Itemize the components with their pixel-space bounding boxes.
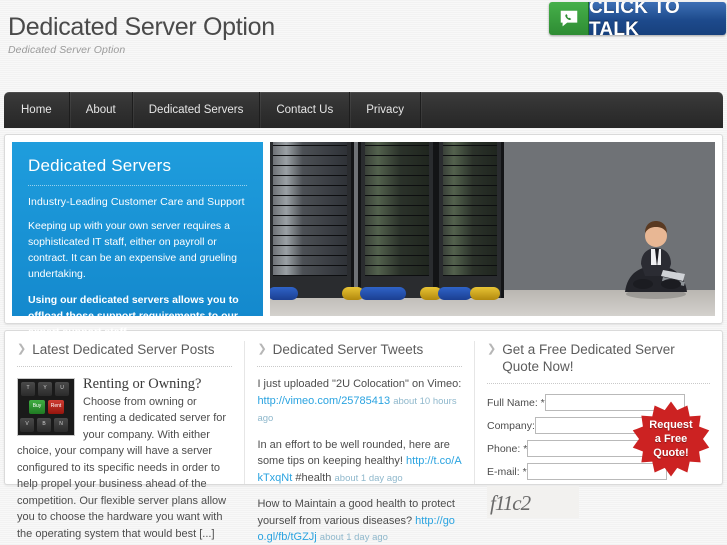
key-y: Y <box>38 382 52 396</box>
request-free-quote-label: Request a Free Quote! <box>649 418 692 460</box>
tweet-suffix: #health <box>292 471 332 484</box>
tweet-item: I just uploaded "2U Colocation" on Vimeo… <box>257 376 462 428</box>
nav-item-about[interactable]: About <box>70 92 133 128</box>
hero-highlight-text: Using our dedicated servers allows you t… <box>28 294 239 338</box>
hero-image <box>270 142 715 316</box>
server-rack <box>358 142 436 298</box>
site-header: Dedicated Server Option Dedicated Server… <box>0 0 727 92</box>
quote-heading-label: Get a Free Dedicated Server Quote Now! <box>502 342 675 374</box>
tweet-timestamp: about 1 day ago <box>319 532 388 543</box>
key-v: V <box>20 418 34 432</box>
company-label: Company: <box>487 419 535 432</box>
businessman-with-laptop <box>625 221 687 299</box>
phone-row: Phone: * <box>487 440 668 457</box>
nav-item-home[interactable]: Home <box>4 92 70 128</box>
keyboard-thumbnail[interactable]: T Y U Buy Rent V B N <box>17 378 75 436</box>
hero-card: Dedicated Servers Industry-Leading Custo… <box>4 134 723 338</box>
hero-body-text: Keeping up with your own server requires… <box>28 220 237 280</box>
tweet-item: In an effort to be well rounded, here ar… <box>257 437 462 488</box>
chevron-right-icon: ❯ <box>257 343 267 355</box>
network-cable <box>470 287 500 300</box>
badge-line-2: a Free <box>654 433 688 445</box>
email-row: E-mail: * <box>487 463 667 480</box>
latest-posts-column: ❯ Latest Dedicated Server Posts T Y U Bu… <box>5 341 246 540</box>
nav-item-contact-us[interactable]: Contact Us <box>260 92 351 128</box>
captcha-image: f11c2 <box>487 486 579 518</box>
quote-heading: ❯ Get a Free Dedicated Server Quote Now! <box>487 341 710 384</box>
nav-item-privacy[interactable]: Privacy <box>350 92 421 128</box>
captcha-text: f11c2 <box>490 491 531 515</box>
network-cable <box>438 287 472 300</box>
latest-posts-heading: ❯ Latest Dedicated Server Posts <box>17 341 233 367</box>
key-b: B <box>37 418 51 432</box>
network-cable <box>360 287 406 300</box>
site-tagline: Dedicated Server Option <box>8 44 126 56</box>
company-row: Company: <box>487 417 675 434</box>
post-item: T Y U Buy Rent V B N Renting or Owning? … <box>17 376 232 542</box>
phone-icon <box>549 2 589 35</box>
tweet-text: I just uploaded "2U Colocation" on Vimeo… <box>257 378 462 390</box>
server-rack <box>436 142 504 298</box>
chevron-right-icon: ❯ <box>17 343 27 355</box>
hero-subheading: Industry-Leading Customer Care and Suppo… <box>28 196 245 208</box>
tweets-column: ❯ Dedicated Server Tweets I just uploade… <box>245 341 475 543</box>
network-cable <box>270 287 298 300</box>
post-title[interactable]: Renting or Owning? <box>83 376 201 392</box>
tweet-link[interactable]: http://vimeo.com/25785413 <box>257 395 390 407</box>
tweet-item: How to Maintain a good health to protect… <box>257 496 462 545</box>
quote-form: Full Name: * Company: Phone: * E-mail: *… <box>487 394 710 518</box>
tweet-timestamp: about 1 day ago <box>334 472 403 484</box>
key-t: T <box>21 382 35 396</box>
badge-line-1: Request <box>649 419 693 431</box>
hero-text-panel: Dedicated Servers Industry-Leading Custo… <box>12 142 263 338</box>
request-free-quote-badge[interactable]: Request a Free Quote! <box>632 400 710 478</box>
chevron-right-icon: ❯ <box>487 343 497 355</box>
click-to-talk-label: CLICK TO TALK <box>589 2 726 35</box>
request-quote-badge-wrap: Request a Free Quote! <box>632 394 710 518</box>
phone-label: Phone: * <box>487 442 528 455</box>
click-to-talk-button[interactable]: CLICK TO TALK <box>549 2 726 35</box>
quote-form-column: ❯ Get a Free Dedicated Server Quote Now!… <box>475 341 722 518</box>
server-racks-illustration <box>270 142 715 316</box>
full-name-row: Full Name: * <box>487 394 685 411</box>
full-name-label: Full Name: * <box>487 396 545 409</box>
key-u: U <box>55 382 69 396</box>
key-n: N <box>54 418 68 432</box>
hero-heading: Dedicated Servers <box>28 156 247 186</box>
tweets-heading: ❯ Dedicated Server Tweets <box>257 341 462 367</box>
server-rack <box>270 142 354 298</box>
quote-form-fields: Full Name: * Company: Phone: * E-mail: *… <box>487 394 685 518</box>
latest-posts-heading-label: Latest Dedicated Server Posts <box>32 342 215 357</box>
content-card: ❯ Latest Dedicated Server Posts T Y U Bu… <box>4 330 723 543</box>
key-rent: Rent <box>48 400 64 414</box>
badge-line-3: Quote! <box>653 447 689 459</box>
main-navigation: Home About Dedicated Servers Contact Us … <box>4 92 723 128</box>
tweets-heading-label: Dedicated Server Tweets <box>272 342 424 357</box>
email-label: E-mail: * <box>487 465 527 478</box>
key-buy: Buy <box>29 400 45 414</box>
nav-item-dedicated-servers[interactable]: Dedicated Servers <box>133 92 261 128</box>
